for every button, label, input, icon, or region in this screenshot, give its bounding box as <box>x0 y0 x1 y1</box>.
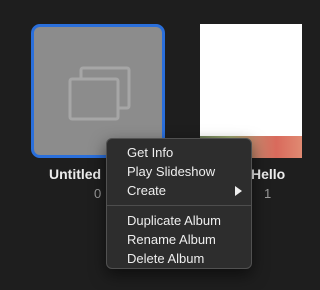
menu-item-label: Rename Album <box>127 232 216 247</box>
menu-item-get-info[interactable]: Get Info <box>107 143 251 162</box>
menu-item-label: Play Slideshow <box>127 164 216 179</box>
album-placeholder-icon <box>68 66 131 121</box>
context-menu: Get Info Play Slideshow Create Duplicate… <box>106 138 252 269</box>
menu-item-create[interactable]: Create <box>107 181 251 200</box>
menu-item-duplicate-album[interactable]: Duplicate Album <box>107 211 251 230</box>
menu-item-label: Duplicate Album <box>127 213 221 228</box>
chevron-right-icon <box>235 186 242 196</box>
album-count-untitled: 0 <box>94 186 102 201</box>
menu-item-delete-album[interactable]: Delete Album <box>107 249 251 268</box>
menu-item-label: Create <box>127 183 167 198</box>
menu-item-label: Delete Album <box>127 251 205 266</box>
album-title-untitled[interactable]: Untitled <box>49 166 101 182</box>
menu-item-play-slideshow[interactable]: Play Slideshow <box>107 162 251 181</box>
menu-separator <box>107 205 251 206</box>
menu-item-label: Get Info <box>127 145 174 160</box>
album-title-hello[interactable]: Hello <box>251 166 285 182</box>
menu-item-rename-album[interactable]: Rename Album <box>107 230 251 249</box>
album-count-hello: 1 <box>264 186 272 201</box>
